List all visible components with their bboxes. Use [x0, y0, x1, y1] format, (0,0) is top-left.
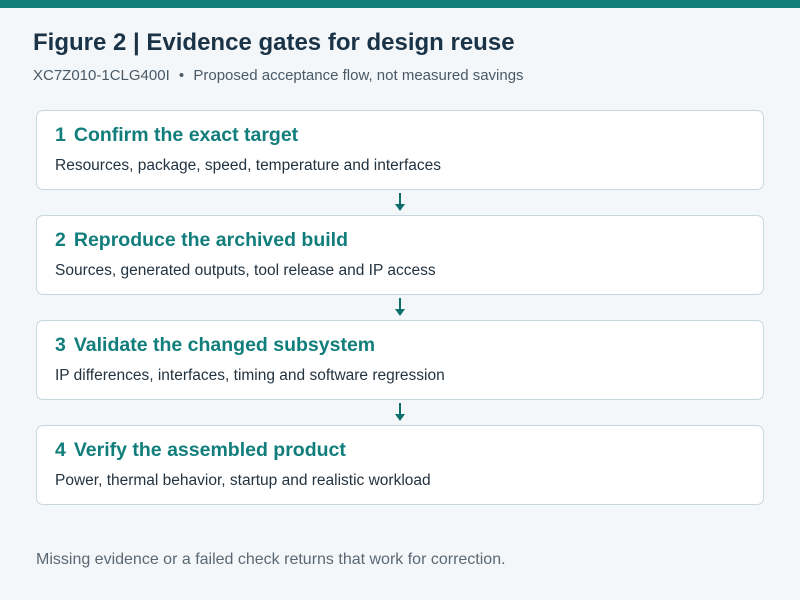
arrow-down-icon	[393, 298, 407, 320]
stage-title-text: Reproduce the archived build	[73, 229, 348, 251]
stage-card-4: 4 Verify the assembled product Power, the…	[36, 425, 764, 505]
subtitle-note: Proposed acceptance flow, not measured s…	[193, 67, 524, 84]
stage-description: Sources, generated outputs, tool release…	[55, 262, 436, 279]
subtitle-separator: •	[178, 67, 185, 84]
stage-title: 1 Confirm the exact target	[55, 123, 298, 147]
footer-note: Missing evidence or a failed check retur…	[36, 551, 506, 568]
stage-title-text: Verify the assembled product	[73, 439, 346, 461]
stage-description: Resources, package, speed, temperature a…	[55, 157, 442, 174]
figure-title: Figure 2 | Evidence gates for design reu…	[33, 29, 515, 56]
arrow-head	[395, 204, 405, 211]
stage-title-text: Validate the changed subsystem	[73, 334, 376, 356]
arrow-down-icon	[393, 193, 407, 215]
arrow-head	[395, 414, 405, 421]
top-accent-bar	[0, 0, 800, 8]
stage-title-text: Confirm the exact target	[73, 124, 299, 146]
stage-card-2: 2 Reproduce the archived build Sources, g…	[36, 215, 764, 295]
stage-number: 4	[55, 439, 66, 461]
stage-description: IP differences, interfaces, timing and s…	[55, 367, 445, 384]
stage-description: Power, thermal behavior, startup and rea…	[55, 472, 431, 489]
stage-title: 2 Reproduce the archived build	[55, 228, 348, 252]
part-number: XC7Z010-1CLG400I	[33, 67, 170, 84]
stage-title: 4 Verify the assembled product	[55, 438, 346, 462]
stage-card-3: 3 Validate the changed subsystem IP diffe…	[36, 320, 764, 400]
stage-title: 3 Validate the changed subsystem	[55, 333, 375, 357]
arrow-down-icon	[393, 403, 407, 425]
stage-number: 1	[55, 124, 66, 146]
stage-number: 3	[55, 334, 66, 356]
stage-number: 2	[55, 229, 66, 251]
stage-card-1: 1 Confirm the exact target Resources, pac…	[36, 110, 764, 190]
arrow-head	[395, 309, 405, 316]
figure-subtitle: XC7Z010-1CLG400I • Proposed acceptance f…	[33, 66, 524, 86]
